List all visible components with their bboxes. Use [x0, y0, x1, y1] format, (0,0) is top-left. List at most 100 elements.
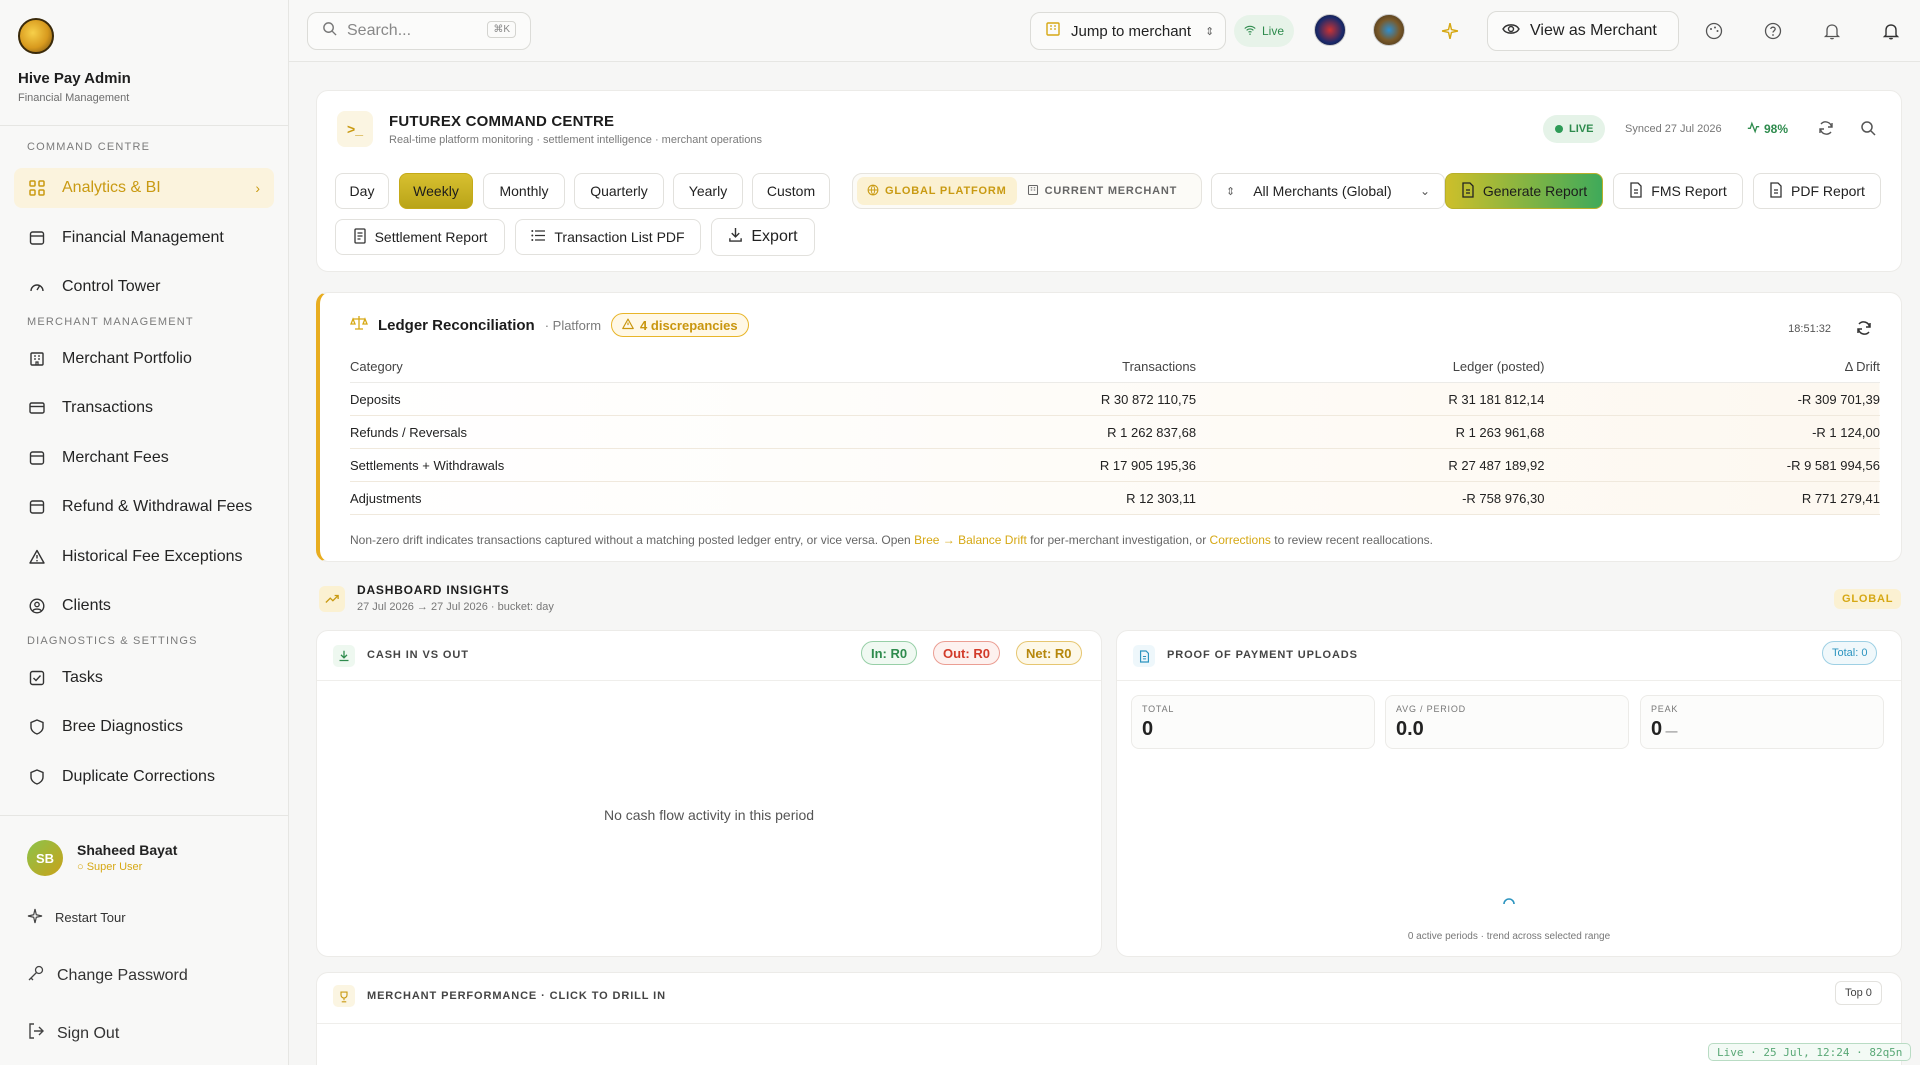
avatar[interactable]	[1373, 14, 1405, 46]
top-count-badge[interactable]: Top 0	[1835, 981, 1882, 1005]
sidebar-item-merchant-portfolio[interactable]: Merchant Portfolio	[14, 339, 274, 379]
transaction-list-pdf-button[interactable]: Transaction List PDF	[515, 219, 701, 255]
settlement-report-button[interactable]: Settlement Report	[335, 219, 505, 255]
period-day-button[interactable]: Day	[335, 173, 389, 209]
help-icon[interactable]	[1762, 20, 1784, 42]
scale-icon	[350, 314, 368, 337]
balance-drift-link[interactable]: Bree → Balance Drift	[914, 533, 1027, 547]
user-circle-icon	[28, 597, 46, 615]
chevron-right-icon: ›	[255, 180, 260, 196]
avatar[interactable]	[1314, 14, 1346, 46]
period-yearly-button[interactable]: Yearly	[673, 173, 743, 209]
jump-to-merchant-select[interactable]: Jump to merchant ⇕	[1030, 12, 1226, 50]
search-input[interactable]: Search... ⌘K	[307, 12, 531, 50]
column-header-category: Category	[350, 359, 847, 383]
sign-out-label: Sign Out	[57, 1024, 120, 1042]
palette-icon[interactable]	[1703, 20, 1725, 42]
notification-bell-icon[interactable]	[1880, 20, 1902, 42]
search-icon[interactable]	[1860, 120, 1876, 141]
row-category: Deposits	[350, 382, 847, 416]
chevron-updown-icon: ⇕	[1226, 185, 1236, 198]
ledger-table: Category Transactions Ledger (posted) Δ …	[350, 359, 1880, 515]
stat-value: 0.0	[1396, 718, 1424, 740]
list-icon	[531, 229, 546, 245]
period-monthly-button[interactable]: Monthly	[483, 173, 565, 209]
ledger-scope: · Platform	[544, 317, 602, 333]
trophy-icon	[333, 985, 355, 1007]
wallet-icon	[28, 449, 46, 467]
row-drift: -R 309 701,39	[1544, 382, 1880, 416]
sidebar-item-label: Tasks	[62, 669, 103, 686]
bell-icon[interactable]	[1821, 20, 1843, 42]
stat-peak: PEAK 0 —	[1640, 695, 1884, 749]
sidebar-item-duplicate-corrections[interactable]: Duplicate Corrections	[14, 757, 274, 797]
view-as-merchant-button[interactable]: View as Merchant	[1487, 11, 1679, 51]
status-badge: LIVE	[1543, 115, 1606, 143]
avatar[interactable]: SB	[27, 840, 63, 876]
column-header-ledger: Ledger (posted)	[1196, 359, 1545, 383]
divider	[0, 815, 288, 816]
fms-report-button[interactable]: FMS Report	[1613, 173, 1743, 209]
sidebar-item-historical-fee-exceptions[interactable]: Historical Fee Exceptions	[14, 537, 274, 577]
change-password-button[interactable]: Change Password	[27, 964, 188, 987]
stat-value: 0	[1142, 718, 1154, 740]
scope-current-merchant[interactable]: CURRENT MERCHANT	[1017, 177, 1188, 205]
sidebar-item-tasks[interactable]: Tasks	[14, 658, 274, 698]
sidebar-item-control-tower[interactable]: Control Tower	[14, 267, 274, 307]
wifi-icon	[1244, 24, 1256, 39]
brand[interactable]: Hive Pay Admin Financial Management	[18, 18, 131, 104]
sidebar-item-label: Financial Management	[62, 229, 224, 246]
pdf-report-button[interactable]: PDF Report	[1753, 173, 1881, 209]
sidebar: Hive Pay Admin Financial Management COMM…	[0, 0, 289, 1065]
command-centre-title: FUTUREX COMMAND CENTRE	[389, 113, 615, 130]
table-row[interactable]: Refunds / Reversals R 1 262 837,68 R 1 2…	[350, 415, 1880, 449]
row-transactions: R 1 262 837,68	[846, 415, 1197, 449]
refresh-icon[interactable]	[1855, 319, 1875, 339]
sidebar-item-financial-management[interactable]: Financial Management	[14, 218, 274, 258]
restart-tour-button[interactable]: Restart Tour	[27, 908, 126, 927]
sidebar-item-label: Analytics & BI	[62, 179, 161, 196]
sidebar-item-merchant-fees[interactable]: Merchant Fees	[14, 438, 274, 478]
row-category: Refunds / Reversals	[350, 415, 847, 449]
row-transactions: R 17 905 195,36	[846, 448, 1197, 482]
sidebar-item-refund-withdrawal-fees[interactable]: Refund & Withdrawal Fees	[14, 487, 274, 527]
search-icon	[322, 21, 337, 41]
row-ledger: R 27 487 189,92	[1196, 448, 1545, 482]
divider	[317, 1023, 1901, 1024]
table-row[interactable]: Deposits R 30 872 110,75 R 31 181 812,14…	[350, 382, 1880, 416]
merchant-select[interactable]: ⇕ All Merchants (Global) ⌄	[1211, 173, 1445, 209]
period-weekly-button[interactable]: Weekly	[399, 173, 473, 209]
row-transactions: R 30 872 110,75	[846, 382, 1197, 416]
divider	[317, 680, 1101, 681]
generate-report-button[interactable]: Generate Report	[1445, 173, 1603, 209]
table-row[interactable]: Settlements + Withdrawals R 17 905 195,3…	[350, 448, 1880, 482]
footnote-text: to review recent reallocations.	[1270, 533, 1433, 547]
sidebar-item-label: Control Tower	[62, 278, 161, 295]
trend-icon	[319, 586, 345, 612]
section-label-command-centre: COMMAND CENTRE	[27, 141, 151, 153]
export-button[interactable]: Export	[711, 218, 815, 256]
row-category: Settlements + Withdrawals	[350, 448, 847, 482]
refresh-icon[interactable]	[1817, 119, 1835, 142]
sidebar-item-bree-diagnostics[interactable]: Bree Diagnostics	[14, 707, 274, 747]
top-bar: Search... ⌘K Jump to merchant ⇕ Live Vie…	[289, 0, 1920, 62]
period-custom-button[interactable]: Custom	[752, 173, 830, 209]
cash-in-badge: In: R0	[861, 641, 918, 665]
row-drift: -R 1 124,00	[1544, 415, 1880, 449]
sidebar-item-label: Clients	[62, 597, 111, 614]
export-label: Export	[751, 228, 798, 245]
sidebar-item-transactions[interactable]: Transactions	[14, 388, 274, 428]
sidebar-item-clients[interactable]: Clients	[14, 586, 274, 626]
sidebar-item-analytics[interactable]: Analytics & BI ›	[14, 168, 274, 208]
download-icon	[333, 645, 355, 667]
corrections-link[interactable]: Corrections	[1210, 533, 1271, 547]
divider	[1117, 680, 1901, 681]
column-header-transactions: Transactions	[846, 359, 1197, 383]
sparkle-icon[interactable]	[1439, 20, 1461, 42]
sign-out-button[interactable]: Sign Out	[27, 1022, 119, 1045]
table-row[interactable]: Adjustments R 12 303,11 -R 758 976,30 R …	[350, 481, 1880, 515]
period-quarterly-button[interactable]: Quarterly	[574, 173, 664, 209]
receipt-icon	[353, 227, 367, 247]
scope-global-platform[interactable]: GLOBAL PLATFORM	[857, 177, 1017, 205]
warning-icon	[622, 318, 634, 333]
